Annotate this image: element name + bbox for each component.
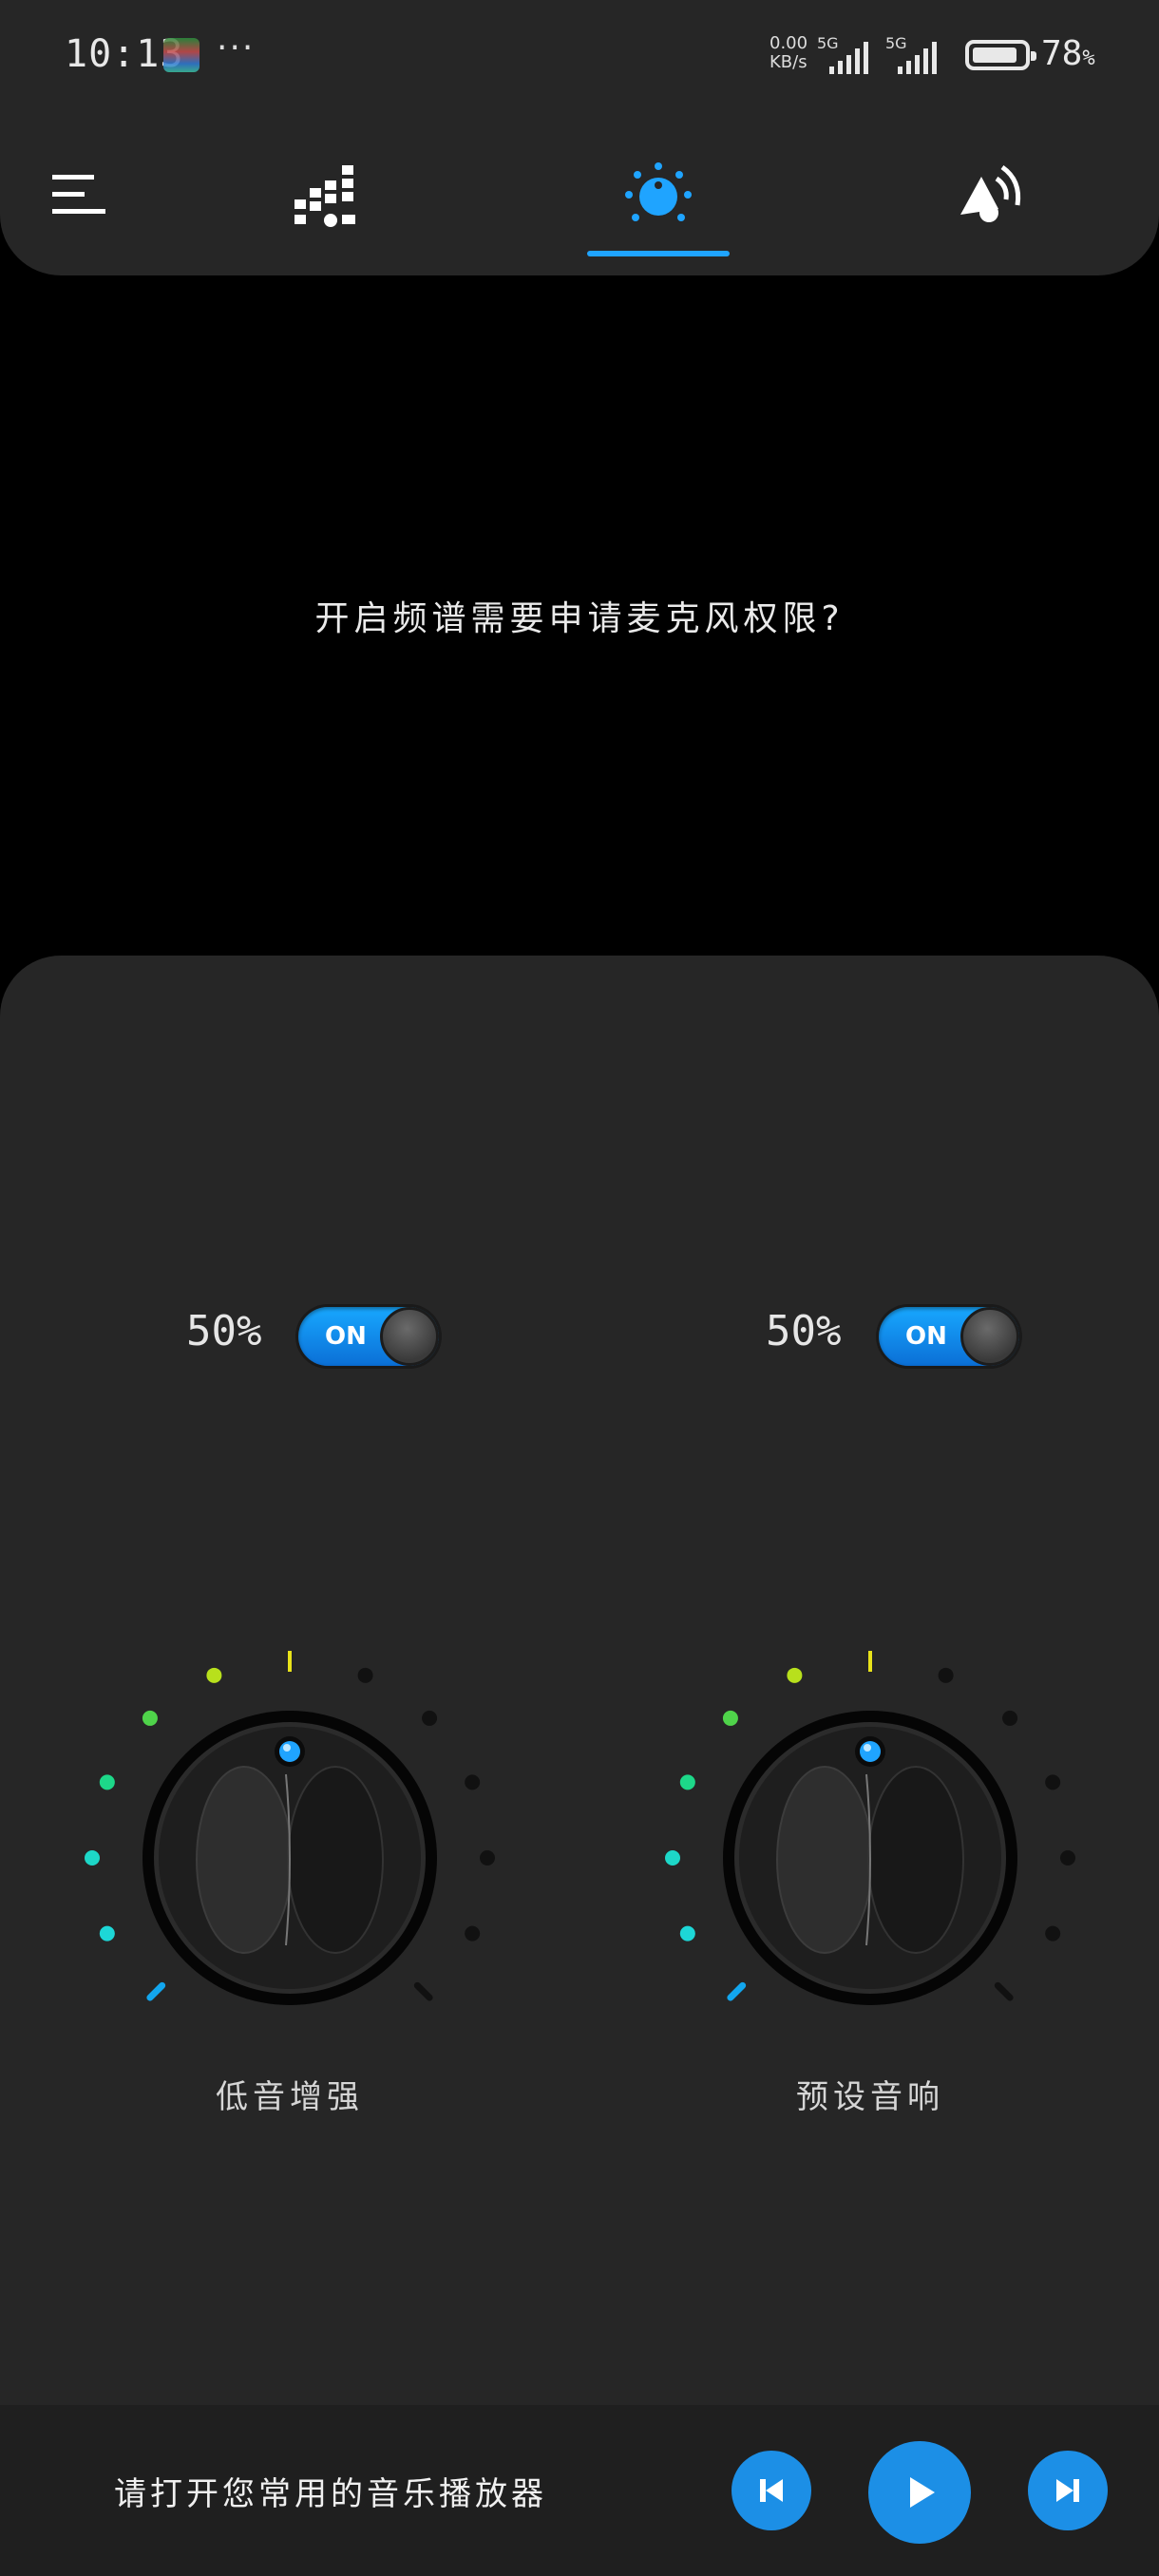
status-bar: 10:13 ··· 0.00 KB/s 5G 5G 78% xyxy=(0,0,1159,104)
menu-button[interactable] xyxy=(8,123,150,266)
bass-boost-knob-dial xyxy=(85,1651,495,2005)
bass-boost-percent: 50% xyxy=(186,1307,262,1355)
knob-level-dot xyxy=(1045,1774,1061,1790)
knob-level-dot xyxy=(85,1850,100,1866)
knob-indicator-glint xyxy=(864,1744,871,1752)
equalizer-icon xyxy=(294,165,355,227)
knob-level-dot xyxy=(722,1710,738,1726)
knob-level-dot xyxy=(938,1667,954,1683)
preset-speaker-label: 预设音响 xyxy=(796,2078,944,2116)
bass-boost-toggle[interactable]: ON xyxy=(298,1307,439,1366)
preset-speaker-knob[interactable] xyxy=(652,1630,1089,2067)
knob-level-dot xyxy=(142,1710,158,1726)
knob-end-tick xyxy=(994,1981,1014,2001)
play-icon xyxy=(910,2477,935,2508)
bass-boost-knob[interactable] xyxy=(71,1630,508,2067)
knob-level-dot xyxy=(665,1850,680,1866)
knob-end-tick xyxy=(146,1981,166,2001)
play-button[interactable] xyxy=(868,2441,971,2544)
menu-icon xyxy=(52,175,105,214)
bass-knob-icon xyxy=(625,162,692,221)
toggle-on-label: ON xyxy=(905,1322,947,1351)
knob-indicator-led xyxy=(860,1741,881,1762)
knob-indicator-glint xyxy=(283,1744,291,1752)
network-speed-unit: KB/s xyxy=(770,52,808,72)
toggle-thumb xyxy=(380,1307,439,1366)
knob-grip-right xyxy=(287,1766,384,1954)
knob-level-dot xyxy=(465,1925,481,1941)
tab-equalizer[interactable] xyxy=(255,123,397,266)
knob-grip-right xyxy=(867,1766,964,1954)
knob-level-dot xyxy=(465,1774,481,1790)
knob-level-dot xyxy=(679,1925,695,1941)
speaker-icon xyxy=(960,164,1021,222)
knob-end-tick xyxy=(727,1981,747,2001)
knob-level-dot xyxy=(99,1774,115,1790)
knob-level-dot xyxy=(1060,1850,1075,1866)
battery-icon xyxy=(965,40,1036,70)
battery-percent: 78% xyxy=(1041,34,1095,73)
previous-button[interactable] xyxy=(732,2451,811,2530)
next-icon xyxy=(1056,2479,1079,2502)
knob-level-dot xyxy=(480,1850,495,1866)
next-button[interactable] xyxy=(1028,2451,1108,2530)
network-speed: 0.00 KB/s xyxy=(770,34,808,72)
tab-bass-knob[interactable] xyxy=(587,123,730,266)
toggle-on-label: ON xyxy=(325,1322,367,1351)
knob-grip-left xyxy=(196,1766,293,1954)
knob-level-dot xyxy=(206,1667,222,1683)
knob-level-dot xyxy=(422,1710,438,1726)
knob-level-dot xyxy=(787,1667,803,1683)
knob-level-dot xyxy=(1002,1710,1018,1726)
preset-speaker-percent: 50% xyxy=(766,1307,842,1355)
signal-sim1-icon: 5G xyxy=(817,34,868,74)
more-notifications-icon: ··· xyxy=(217,28,256,67)
signal-sim2-icon: 5G xyxy=(885,34,937,74)
previous-icon xyxy=(760,2479,783,2502)
preset-speaker-toggle[interactable]: ON xyxy=(879,1307,1019,1366)
knob-level-dot xyxy=(679,1774,695,1790)
bass-boost-label: 低音增强 xyxy=(216,2078,364,2116)
app-notification-icon xyxy=(163,38,200,72)
knob-level-dot xyxy=(357,1667,373,1683)
toggle-thumb xyxy=(960,1307,1019,1366)
top-navigation xyxy=(0,104,1159,275)
network-speed-value: 0.00 xyxy=(770,33,808,53)
knob-grip-left xyxy=(776,1766,873,1954)
player-bar: 请打开您常用的音乐播放器 xyxy=(0,2405,1159,2576)
tab-speaker[interactable] xyxy=(920,123,1062,266)
player-prompt: 请打开您常用的音乐播放器 xyxy=(114,2475,547,2513)
knob-level-dot xyxy=(99,1925,115,1941)
knob-indicator-led xyxy=(279,1741,300,1762)
knob-end-tick xyxy=(413,1981,433,2001)
active-tab-indicator xyxy=(587,251,730,256)
microphone-permission-prompt[interactable]: 开启频谱需要申请麦克风权限? xyxy=(0,591,1159,640)
knob-level-dot xyxy=(1045,1925,1061,1941)
preset-speaker-knob-dial xyxy=(665,1651,1075,2005)
